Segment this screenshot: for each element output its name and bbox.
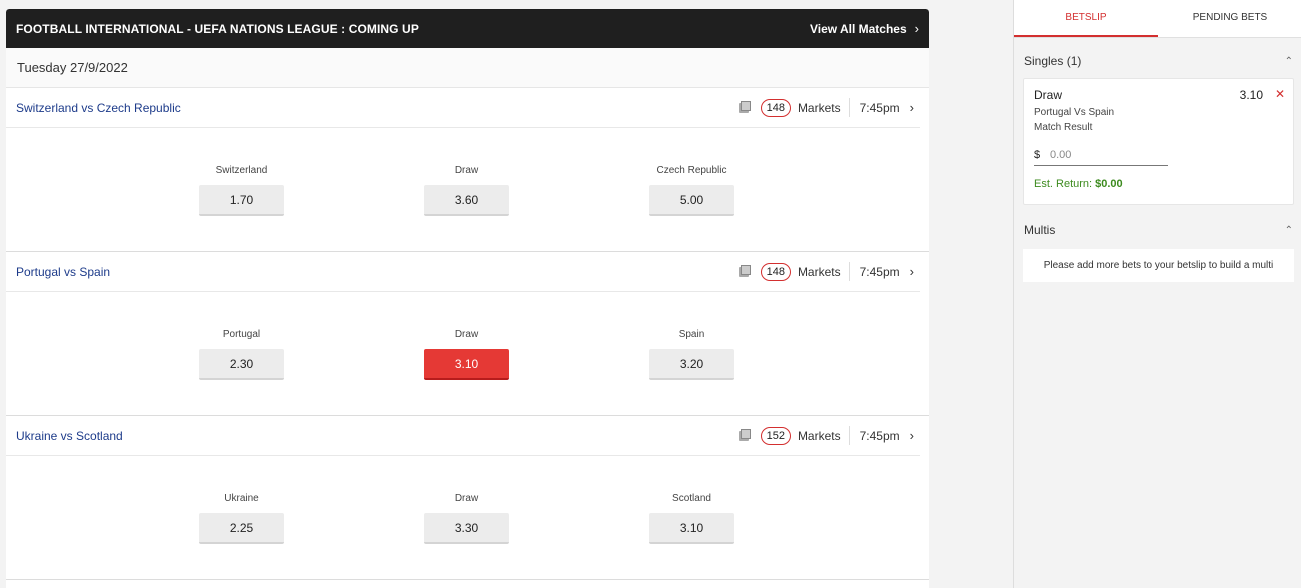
view-all-matches-link[interactable]: View All Matches › [810,21,919,36]
multis-message: Please add more bets to your betslip to … [1023,249,1294,282]
event-time: 7:45pm [859,428,900,443]
selection: Scotland 3.10 [649,493,734,544]
caret-up-icon[interactable]: ⌃ [1285,56,1293,67]
odds-button[interactable]: 3.10 [649,513,734,544]
selection-label: Spain [678,329,705,340]
event-time: 7:45pm [859,264,900,279]
est-return-label: Est. Return: [1034,178,1093,190]
selection: Switzerland 1.70 [199,165,284,216]
odds-button[interactable]: 3.20 [649,349,734,380]
event-name-link[interactable]: Switzerland vs Czech Republic [16,101,181,115]
odds-button[interactable]: 3.30 [424,513,509,544]
event-header: Switzerland vs Czech Republic 148 Markets 7… [6,88,920,128]
remove-icon[interactable]: ✕ [1275,87,1285,101]
chevron-right-icon: › [914,21,919,36]
caret-up-icon[interactable]: ⌃ [1285,225,1293,236]
selection: Spain 3.20 [649,329,734,380]
selection-label: Draw [454,165,479,176]
selection-label: Scotland [672,493,711,504]
event-header: Ukraine vs Scotland 152 Markets 7:45pm › [6,416,920,456]
event-block: Ukraine vs Scotland 152 Markets 7:45pm › Ukra… [6,416,929,580]
stats-icon[interactable] [738,100,751,113]
singles-title: Singles (1) [1024,54,1082,68]
odds-button[interactable]: 1.70 [199,185,284,216]
stake-field: $ [1034,145,1168,166]
markets-count-badge: 148 [760,98,791,117]
odds-button[interactable]: 3.10 [424,349,509,380]
selection: Portugal 2.30 [199,329,284,380]
event-name-link[interactable]: Portugal vs Spain [16,265,110,279]
selection-label: Draw [454,329,479,340]
chevron-right-icon[interactable]: › [910,100,914,115]
selection-label: Portugal [222,329,261,340]
markets-link[interactable]: Markets [798,101,841,115]
event-time: 7:45pm [859,100,900,115]
multis-title: Multis [1024,223,1056,237]
competition-header: FOOTBALL INTERNATIONAL - UEFA NATIONS LE… [6,9,929,48]
selection: Draw 3.30 [424,493,509,544]
tab-betslip[interactable]: BETSLIP [1014,0,1158,37]
currency-symbol: $ [1034,149,1041,161]
divider [848,98,850,117]
selection-label: Czech Republic [656,165,727,176]
selection-label: Switzerland [215,165,268,176]
singles-section-header[interactable]: Singles (1) ⌃ [1014,50,1301,72]
odds-button[interactable]: 2.25 [199,513,284,544]
bet-selection-name: Draw [1034,88,1063,102]
multis-section-header[interactable]: Multis ⌃ [1014,219,1301,241]
event-block: Switzerland vs Czech Republic 148 Markets 7… [6,88,929,252]
stats-icon[interactable] [738,428,751,441]
selection-label: Ukraine [224,493,259,504]
chevron-right-icon[interactable]: › [910,428,914,443]
selection: Czech Republic 5.00 [649,165,734,216]
competition-title: FOOTBALL INTERNATIONAL - UEFA NATIONS LE… [16,21,419,36]
selection: Ukraine 2.25 [199,493,284,544]
odds-button[interactable]: 2.30 [199,349,284,380]
selection: Draw 3.10 [424,329,509,380]
odds-button[interactable]: 5.00 [649,185,734,216]
view-all-label: View All Matches [809,21,907,36]
event-name-link[interactable]: Ukraine vs Scotland [16,429,123,443]
events-panel: FOOTBALL INTERNATIONAL - UEFA NATIONS LE… [6,9,929,588]
bet-card: Draw 3.10 ✕ Portugal Vs Spain Match Resu… [1023,78,1294,205]
events-list: Switzerland vs Czech Republic 148 Markets 7… [6,88,929,580]
stats-icon[interactable] [738,264,751,277]
estimated-return: Est. Return: $0.00 [1034,178,1123,190]
markets-link[interactable]: Markets [798,429,841,443]
stake-input[interactable] [1050,149,1160,161]
odds-row: Portugal 2.30 Draw 3.10 Spain 3.20 [6,292,920,415]
odds-row: Ukraine 2.25 Draw 3.30 Scotland 3.10 [6,456,920,579]
date-heading: Tuesday 27/9/2022 [6,48,929,88]
markets-link[interactable]: Markets [798,265,841,279]
event-meta: 152 Markets 7:45pm › [738,426,914,445]
event-meta: 148 Markets 7:45pm › [738,262,914,281]
event-meta: 148 Markets 7:45pm › [738,98,914,117]
bet-event-name: Portugal Vs Spain [1034,107,1115,118]
betslip-panel: BETSLIP PENDING BETS Singles (1) ⌃ Draw … [1013,0,1301,588]
selection: Draw 3.60 [424,165,509,216]
event-block: Portugal vs Spain 148 Markets 7:45pm › Portug… [6,252,929,416]
bet-market-name: Match Result [1034,122,1093,133]
divider [848,426,850,445]
est-return-value: $0.00 [1095,178,1123,190]
divider [848,262,850,281]
selection-label: Draw [454,493,479,504]
tab-pending-bets[interactable]: PENDING BETS [1158,0,1301,37]
odds-button[interactable]: 3.60 [424,185,509,216]
markets-count-badge: 152 [760,426,791,445]
betslip-tabs: BETSLIP PENDING BETS [1014,0,1301,38]
event-header: Portugal vs Spain 148 Markets 7:45pm › [6,252,920,292]
chevron-right-icon[interactable]: › [910,264,914,279]
markets-count-badge: 148 [760,262,791,281]
odds-row: Switzerland 1.70 Draw 3.60 Czech Republic 5.0… [6,128,920,251]
bet-odds: 3.10 [1239,88,1263,102]
